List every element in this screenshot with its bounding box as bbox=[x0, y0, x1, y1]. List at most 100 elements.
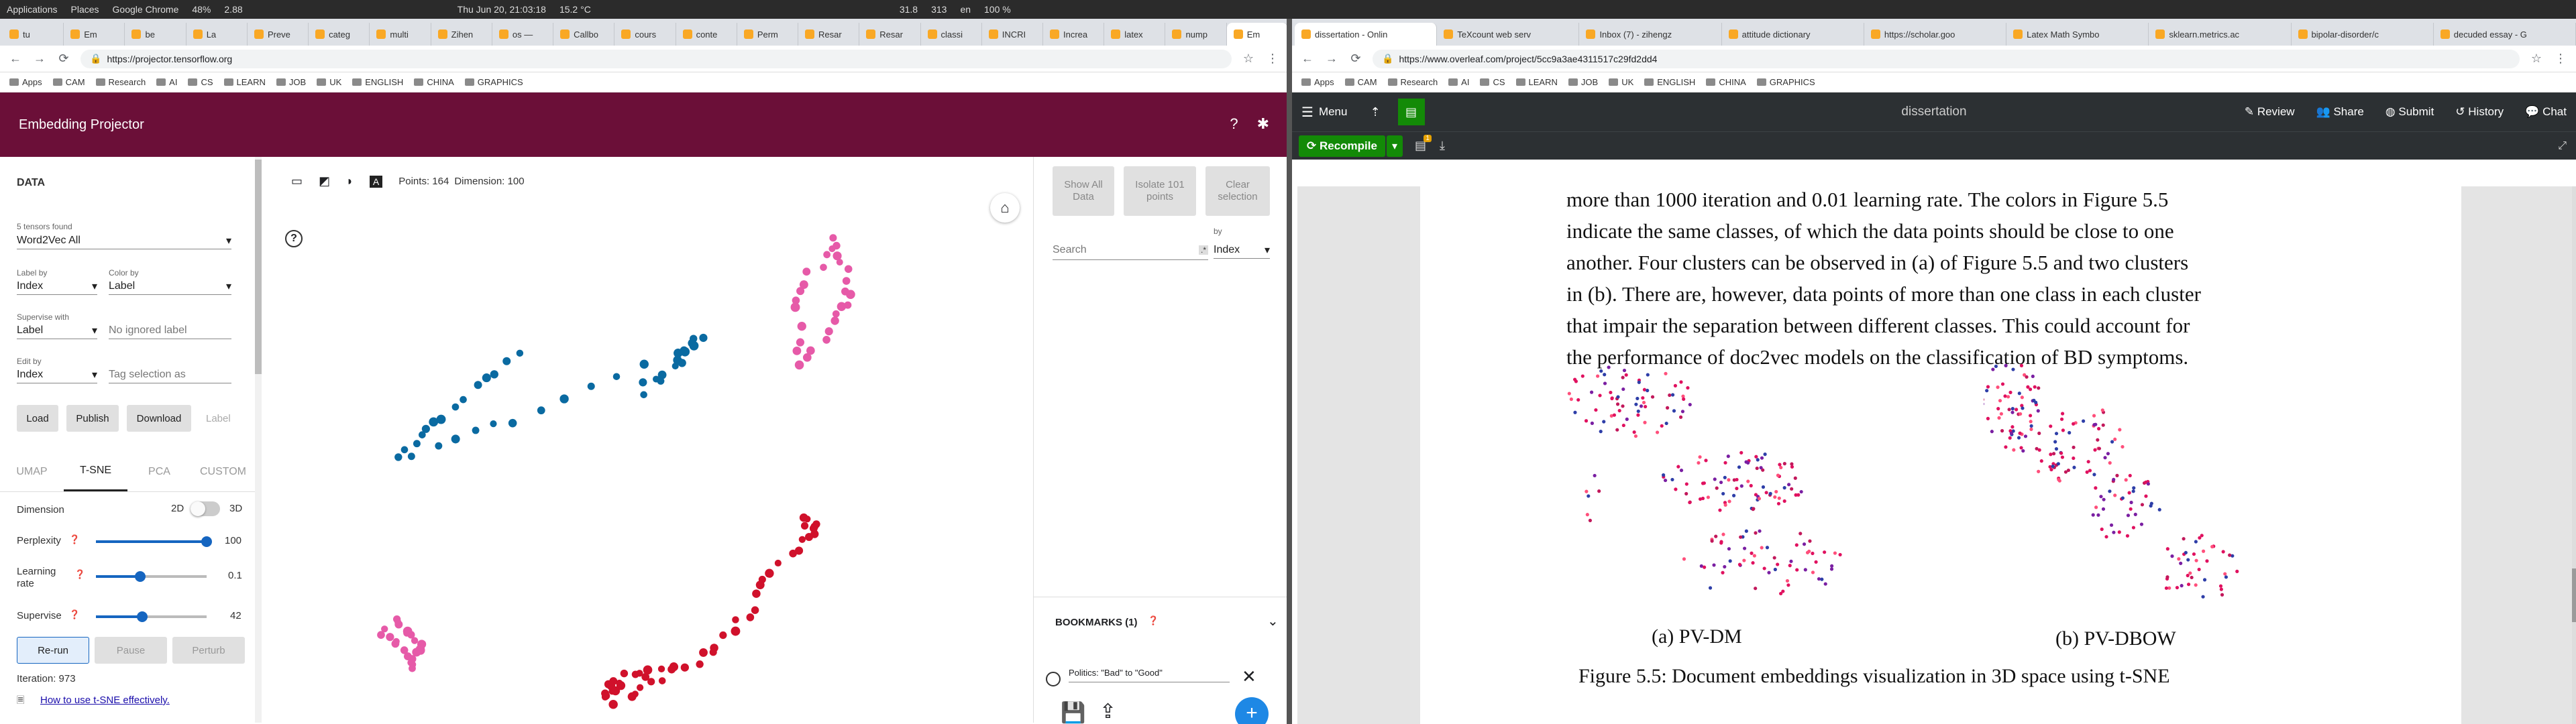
right-browser-tab[interactable]: Inbox (7) - zihengz bbox=[1579, 23, 1722, 46]
point-marker[interactable] bbox=[400, 446, 409, 454]
left-browser-tab[interactable]: categ bbox=[309, 23, 370, 46]
perplexity-slider[interactable] bbox=[201, 536, 212, 547]
point-marker[interactable] bbox=[482, 373, 491, 383]
isolate-points-button[interactable]: Isolate 101 points bbox=[1124, 166, 1196, 216]
point-marker[interactable] bbox=[658, 677, 666, 684]
point-marker[interactable] bbox=[696, 660, 704, 668]
point-marker[interactable] bbox=[508, 418, 517, 428]
point-marker[interactable] bbox=[746, 613, 755, 621]
point-marker[interactable] bbox=[639, 378, 647, 387]
point-marker[interactable] bbox=[751, 606, 759, 614]
home-up-icon[interactable]: ⇡ bbox=[1370, 105, 1380, 119]
point-marker[interactable] bbox=[755, 581, 765, 590]
point-marker[interactable] bbox=[802, 353, 812, 362]
point-marker[interactable] bbox=[460, 396, 467, 404]
point-marker[interactable] bbox=[647, 678, 655, 686]
point-marker[interactable] bbox=[699, 648, 708, 657]
submit-button[interactable]: ◍ Submit bbox=[2385, 105, 2434, 119]
scrollbar-thumb[interactable] bbox=[255, 160, 262, 374]
point-marker[interactable] bbox=[435, 442, 443, 450]
bookmark-apps[interactable]: Apps bbox=[9, 77, 42, 87]
point-marker[interactable] bbox=[752, 589, 761, 598]
forward-icon[interactable]: → bbox=[32, 52, 47, 66]
language-indicator[interactable]: en bbox=[953, 4, 977, 15]
point-marker[interactable] bbox=[392, 638, 400, 645]
regex-toggle-icon[interactable]: .* bbox=[1198, 245, 1208, 255]
bookmark-china[interactable]: CHINA bbox=[1706, 77, 1746, 87]
logs-icon[interactable]: ▤ 1 bbox=[1415, 135, 1432, 153]
bookmark-radio[interactable] bbox=[1046, 672, 1061, 686]
bookmark-ai[interactable]: AI bbox=[156, 77, 177, 87]
pause-button[interactable]: Pause bbox=[95, 637, 167, 664]
point-marker[interactable] bbox=[381, 625, 388, 633]
bookmark-english[interactable]: ENGLISH bbox=[352, 77, 403, 87]
point-marker[interactable] bbox=[602, 692, 610, 700]
left-browser-tab[interactable]: Em bbox=[64, 23, 125, 46]
point-marker[interactable] bbox=[689, 341, 699, 351]
point-marker[interactable] bbox=[490, 370, 498, 379]
tag-selection-input[interactable]: Tag selection as bbox=[109, 366, 231, 383]
point-marker[interactable] bbox=[451, 403, 460, 411]
load-button[interactable]: Load bbox=[17, 405, 58, 432]
right-browser-tab[interactable]: attitude dictionary bbox=[1722, 23, 1864, 46]
left-browser-tab[interactable]: nump bbox=[1165, 23, 1227, 46]
point-marker[interactable] bbox=[799, 280, 808, 290]
back-icon[interactable]: ← bbox=[1300, 52, 1315, 66]
right-browser-tab[interactable]: TeXcount web serv bbox=[1437, 23, 1580, 46]
point-marker[interactable] bbox=[846, 290, 855, 300]
tsne-help-link[interactable]: How to use t-SNE effectively. bbox=[40, 695, 170, 706]
bookmark-cs[interactable]: CS bbox=[188, 77, 213, 87]
right-browser-tab[interactable]: dissertation - Onlin bbox=[1295, 23, 1438, 46]
bookmark-name-input[interactable]: Politics: "Bad" to "Good" bbox=[1069, 668, 1230, 682]
point-marker[interactable] bbox=[516, 349, 524, 357]
point-marker[interactable] bbox=[836, 259, 843, 266]
left-browser-tab[interactable]: tu bbox=[3, 23, 64, 46]
point-marker[interactable] bbox=[792, 347, 802, 355]
point-marker[interactable] bbox=[844, 265, 853, 274]
bookmark-job[interactable]: JOB bbox=[1568, 77, 1598, 87]
active-app[interactable]: Google Chrome bbox=[106, 4, 186, 15]
color-by-select[interactable]: Label ▾ bbox=[109, 278, 231, 295]
star-icon[interactable]: ☆ bbox=[2529, 52, 2544, 66]
point-marker[interactable] bbox=[636, 684, 644, 691]
bookmark-uk[interactable]: UK bbox=[1609, 77, 1633, 87]
left-browser-tab[interactable]: Resar bbox=[859, 23, 921, 46]
point-marker[interactable] bbox=[830, 316, 839, 325]
point-marker[interactable] bbox=[409, 664, 416, 672]
left-browser-tab[interactable]: be bbox=[125, 23, 186, 46]
point-marker[interactable] bbox=[824, 327, 833, 336]
point-marker[interactable] bbox=[620, 669, 629, 678]
bookmark-research[interactable]: Research bbox=[1387, 77, 1438, 87]
point-marker[interactable] bbox=[472, 426, 480, 434]
point-marker[interactable] bbox=[822, 336, 830, 344]
point-marker[interactable] bbox=[490, 420, 497, 428]
right-browser-tab[interactable]: bipolar-disorder/c bbox=[2292, 23, 2434, 46]
point-marker[interactable] bbox=[789, 549, 797, 558]
point-marker[interactable] bbox=[474, 381, 482, 389]
add-bookmark-button[interactable]: + bbox=[1235, 697, 1269, 724]
review-button[interactable]: ✎ Review bbox=[2245, 105, 2295, 119]
tab-t-sne[interactable]: T-SNE bbox=[64, 452, 127, 491]
pdf-scrollbar[interactable] bbox=[2572, 186, 2576, 724]
point-marker[interactable] bbox=[610, 686, 621, 696]
menu-dots-icon[interactable]: ⋮ bbox=[2553, 52, 2568, 66]
search-by-select[interactable]: Index ▾ bbox=[1214, 241, 1270, 259]
bookmark-graphics[interactable]: GRAPHICS bbox=[464, 77, 523, 87]
point-marker[interactable] bbox=[653, 375, 660, 383]
recompile-button[interactable]: ⟳ Recompile bbox=[1299, 135, 1385, 157]
bookmark-english[interactable]: ENGLISH bbox=[1644, 77, 1695, 87]
left-browser-tab[interactable]: INCRI bbox=[982, 23, 1043, 46]
point-marker[interactable] bbox=[832, 310, 840, 318]
forward-icon[interactable]: → bbox=[1324, 52, 1339, 66]
label-by-select[interactable]: Index ▾ bbox=[17, 278, 97, 295]
bookmark-uk[interactable]: UK bbox=[317, 77, 341, 87]
point-marker[interactable] bbox=[407, 452, 415, 461]
left-panel-scrollbar[interactable] bbox=[255, 157, 262, 723]
embedding-scatter-plot[interactable] bbox=[262, 157, 1033, 723]
expand-icon[interactable]: ⤢ bbox=[2558, 140, 2567, 152]
applications-menu[interactable]: Applications bbox=[0, 4, 64, 15]
perplexity-help-icon[interactable]: ❓ bbox=[69, 534, 80, 545]
left-browser-tab[interactable]: Increa bbox=[1043, 23, 1105, 46]
point-marker[interactable] bbox=[765, 568, 774, 578]
point-marker[interactable] bbox=[639, 359, 649, 369]
